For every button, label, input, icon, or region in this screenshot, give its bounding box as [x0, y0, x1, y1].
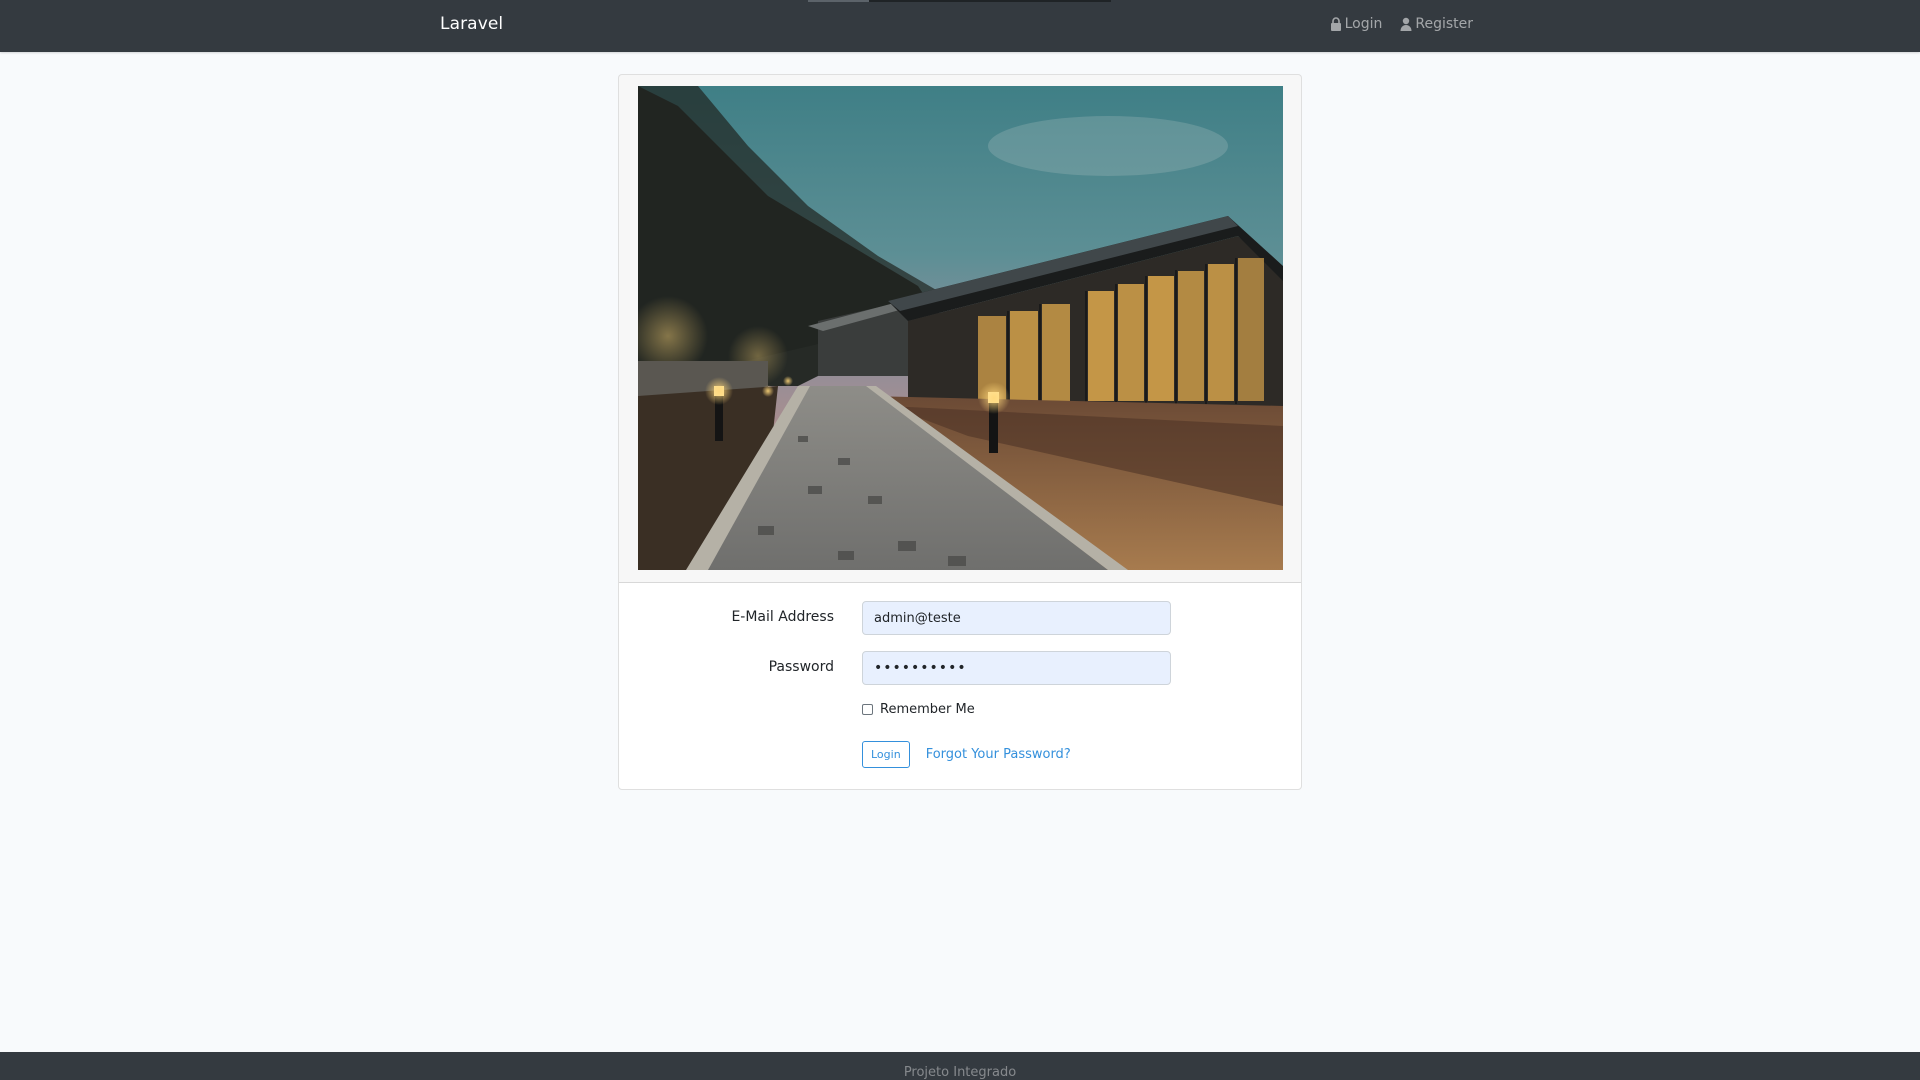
- footer-text: Projeto Integrado: [903, 1065, 1017, 1080]
- email-label: E-Mail Address: [731, 609, 834, 625]
- page-footer: Projeto Integrado: [0, 1052, 1920, 1080]
- login-button[interactable]: Login: [862, 741, 910, 768]
- email-field[interactable]: [862, 601, 1171, 635]
- user-icon: [1400, 17, 1412, 31]
- nav-login-label: Login: [1344, 16, 1383, 32]
- night-building-photo: [638, 86, 1283, 570]
- form-actions: Login Forgot Your Password?: [862, 741, 1071, 768]
- nav-auth-links: Login Register: [1330, 16, 1473, 32]
- header-photo: [638, 86, 1283, 570]
- lock-icon: [1330, 17, 1342, 31]
- nav-login-link[interactable]: Login: [1330, 16, 1383, 32]
- remember-me-label[interactable]: Remember Me: [880, 702, 975, 717]
- password-row: Password: [619, 651, 1301, 685]
- email-row: E-Mail Address: [619, 601, 1301, 635]
- brand-link[interactable]: Laravel: [440, 14, 503, 34]
- remember-me-group: Remember Me: [862, 702, 975, 717]
- nav-register-label: Register: [1415, 16, 1473, 32]
- password-field[interactable]: [862, 651, 1171, 685]
- nav-register-link[interactable]: Register: [1400, 16, 1473, 32]
- password-label: Password: [768, 659, 834, 675]
- top-navbar: Laravel Login Register: [0, 0, 1920, 52]
- remember-me-checkbox[interactable]: [862, 704, 873, 715]
- login-card: E-Mail Address Password Remember Me Logi…: [618, 74, 1302, 790]
- forgot-password-link[interactable]: Forgot Your Password?: [926, 747, 1071, 762]
- loading-indicator: [808, 0, 1111, 2]
- card-header: [619, 75, 1301, 583]
